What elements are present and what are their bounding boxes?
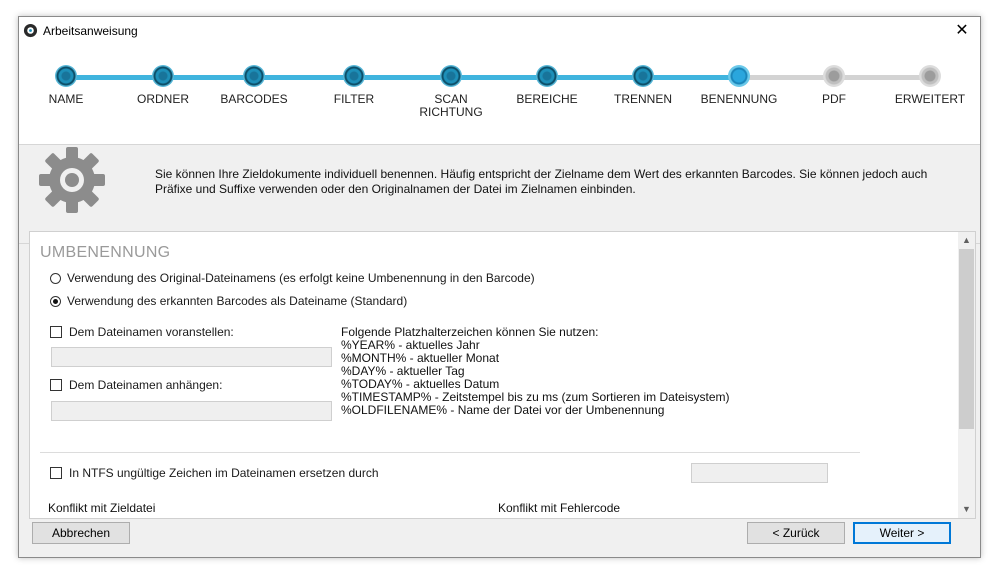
step-node-icon [440, 65, 462, 87]
gear-app-icon [23, 23, 38, 38]
step-label: ORDNER [136, 92, 189, 106]
step-node-icon [632, 65, 654, 87]
step-node-icon [343, 65, 365, 87]
conflict-error-label: Konflikt mit Fehlercode [498, 501, 621, 515]
prefix-input[interactable] [51, 347, 332, 367]
placeholder-item: %OLDFILENAME% - Name der Datei vor der U… [341, 403, 665, 417]
ntfs-label: In NTFS ungültige Zeichen im Dateinamen … [69, 466, 379, 480]
suffix-input[interactable] [51, 401, 332, 421]
divider [40, 452, 860, 453]
cancel-button[interactable]: Abbrechen [32, 522, 130, 544]
back-button[interactable]: < Zurück [747, 522, 845, 544]
step-label: TRENNEN [613, 92, 672, 106]
wizard-window: Arbeitsanweisung ✕ NAME ORDNER BARCODES FIL… [18, 16, 981, 558]
ntfs-row[interactable]: In NTFS ungültige Zeichen im Dateinamen … [50, 465, 379, 481]
step-label: BENENNUNG [700, 92, 778, 106]
suffix-label: Dem Dateinamen anhängen: [69, 378, 223, 392]
suffix-row[interactable]: Dem Dateinamen anhängen: [50, 377, 222, 393]
wizard-stepper: NAME ORDNER BARCODES FILTER SCAN RICHTUNG BER… [19, 45, 980, 145]
step-node-icon [919, 65, 941, 87]
step-node-icon [55, 65, 77, 87]
placeholder-list: Folgende Platzhalterzeichen können Sie n… [341, 326, 730, 417]
step-8[interactable]: BENENNUNG [689, 65, 789, 106]
step-4[interactable]: FILTER [304, 65, 404, 106]
info-text: Sie können Ihre Zieldokumente individuel… [155, 167, 928, 196]
renaming-panel: UMBENENNUNG Verwendung des Original-Date… [29, 231, 976, 519]
radio-barcode-row[interactable]: Verwendung des erkannten Barcodes als Da… [50, 293, 407, 309]
step-node-icon [243, 65, 265, 87]
step-3[interactable]: BARCODES [204, 65, 304, 106]
step-6[interactable]: BEREICHE [497, 65, 597, 106]
vertical-scrollbar[interactable]: ▲ ▼ [958, 232, 975, 518]
gear-icon [39, 147, 105, 213]
step-node-icon [823, 65, 845, 87]
step-9[interactable]: PDF [784, 65, 884, 106]
section-title: UMBENENNUNG [40, 244, 171, 261]
step-node-icon [152, 65, 174, 87]
step-label: FILTER [333, 92, 375, 106]
suffix-checkbox[interactable] [50, 379, 62, 391]
window-title: Arbeitsanweisung [43, 24, 138, 38]
conflict-target-label: Konflikt mit Zieldatei [48, 501, 156, 515]
step-2[interactable]: ORDNER [113, 65, 213, 106]
radio-original[interactable] [50, 272, 61, 284]
step-5[interactable]: SCAN RICHTUNG [401, 65, 501, 119]
scroll-up-icon[interactable]: ▲ [958, 232, 975, 249]
radio-barcode[interactable] [50, 295, 61, 307]
scroll-thumb[interactable] [959, 249, 974, 429]
step-10[interactable]: ERWEITERT [880, 65, 980, 106]
step-label: NAME [48, 92, 84, 106]
close-icon[interactable]: ✕ [950, 19, 974, 43]
step-label: ERWEITERT [894, 92, 966, 106]
step-label: BEREICHE [516, 92, 578, 106]
step-node-icon [728, 65, 750, 87]
prefix-row[interactable]: Dem Dateinamen voranstellen: [50, 324, 234, 340]
step-label: SCAN RICHTUNG [419, 92, 483, 119]
radio-original-label: Verwendung des Original-Dateinamens (es … [67, 271, 535, 285]
step-label: PDF [822, 92, 846, 106]
title-bar: Arbeitsanweisung ✕ [19, 17, 980, 45]
step-node-icon [536, 65, 558, 87]
step-7[interactable]: TRENNEN [593, 65, 693, 106]
radio-barcode-label: Verwendung des erkannten Barcodes als Da… [67, 294, 408, 308]
next-button[interactable]: Weiter > [853, 522, 951, 544]
radio-original-row[interactable]: Verwendung des Original-Dateinamens (es … [50, 270, 535, 286]
prefix-label: Dem Dateinamen voranstellen: [69, 325, 234, 339]
scroll-down-icon[interactable]: ▼ [958, 501, 975, 518]
step-1[interactable]: NAME [16, 65, 116, 106]
prefix-checkbox[interactable] [50, 326, 62, 338]
ntfs-replacement-input[interactable] [691, 463, 828, 483]
ntfs-checkbox[interactable] [50, 467, 62, 479]
step-label: BARCODES [220, 92, 288, 106]
